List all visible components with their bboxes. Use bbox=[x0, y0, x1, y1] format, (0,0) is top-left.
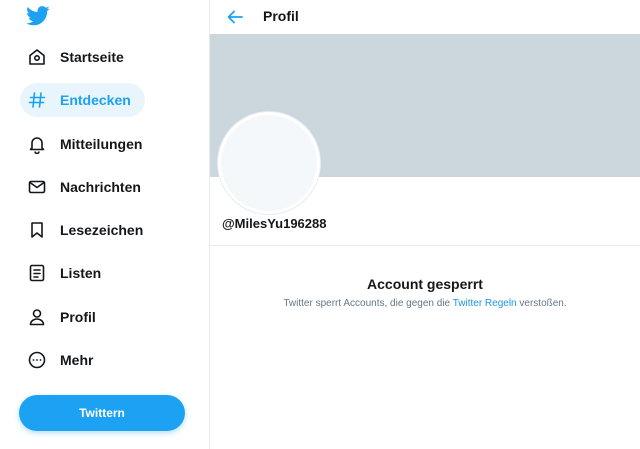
profile-handle: @MilesYu196288 bbox=[222, 216, 327, 231]
suspended-message-text: Twitter sperrt Accounts, die gegen die bbox=[283, 298, 453, 309]
more-icon bbox=[26, 349, 48, 371]
sidebar-item-label: Entdecken bbox=[60, 92, 131, 108]
suspended-message-text-end: verstoßen. bbox=[516, 298, 567, 309]
sidebar-item-label: Nachrichten bbox=[60, 179, 141, 195]
twitter-rules-link[interactable]: Twitter Regeln bbox=[453, 298, 517, 309]
bell-icon bbox=[26, 133, 48, 155]
sidebar-item-mitteilungen[interactable]: Mitteilungen bbox=[20, 127, 156, 161]
sidebar: Startseite Entdecken Mitteilungen Nachri… bbox=[0, 0, 209, 449]
sidebar-item-entdecken[interactable]: Entdecken bbox=[20, 83, 145, 117]
sidebar-item-mehr[interactable]: Mehr bbox=[20, 343, 107, 377]
sidebar-item-label: Profil bbox=[60, 309, 96, 325]
avatar bbox=[218, 112, 320, 214]
back-button[interactable] bbox=[224, 6, 246, 28]
sidebar-item-label: Mitteilungen bbox=[60, 136, 143, 152]
sidebar-item-nachrichten[interactable]: Nachrichten bbox=[20, 170, 155, 204]
mail-icon bbox=[26, 176, 48, 198]
section-divider bbox=[210, 245, 640, 246]
sidebar-item-label: Mehr bbox=[60, 352, 94, 368]
sidebar-item-label: Listen bbox=[60, 265, 102, 281]
person-icon bbox=[26, 306, 48, 328]
sidebar-item-label: Lesezeichen bbox=[60, 222, 144, 238]
sidebar-item-listen[interactable]: Listen bbox=[20, 256, 115, 290]
sidebar-item-label: Startseite bbox=[60, 49, 124, 65]
app-window: Startseite Entdecken Mitteilungen Nachri… bbox=[0, 0, 640, 449]
sidebar-item-lesezeichen[interactable]: Lesezeichen bbox=[20, 213, 157, 247]
sidebar-item-profil[interactable]: Profil bbox=[20, 300, 110, 334]
suspended-message: Twitter sperrt Accounts, die gegen die T… bbox=[210, 298, 640, 309]
arrow-left-icon bbox=[227, 10, 243, 24]
page-header: Profil bbox=[210, 0, 640, 34]
bookmark-icon bbox=[26, 219, 48, 241]
list-icon bbox=[26, 262, 48, 284]
suspended-title: Account gesperrt bbox=[367, 276, 483, 292]
page-title: Profil bbox=[263, 8, 299, 24]
sidebar-item-startseite[interactable]: Startseite bbox=[20, 40, 138, 74]
main-column: Profil @MilesYu196288 Account gesperrt T… bbox=[210, 0, 640, 449]
hashtag-icon bbox=[26, 89, 48, 111]
home-icon bbox=[26, 46, 48, 68]
twitter-bird-icon[interactable] bbox=[26, 6, 50, 26]
tweet-button[interactable]: Twittern bbox=[19, 395, 185, 431]
